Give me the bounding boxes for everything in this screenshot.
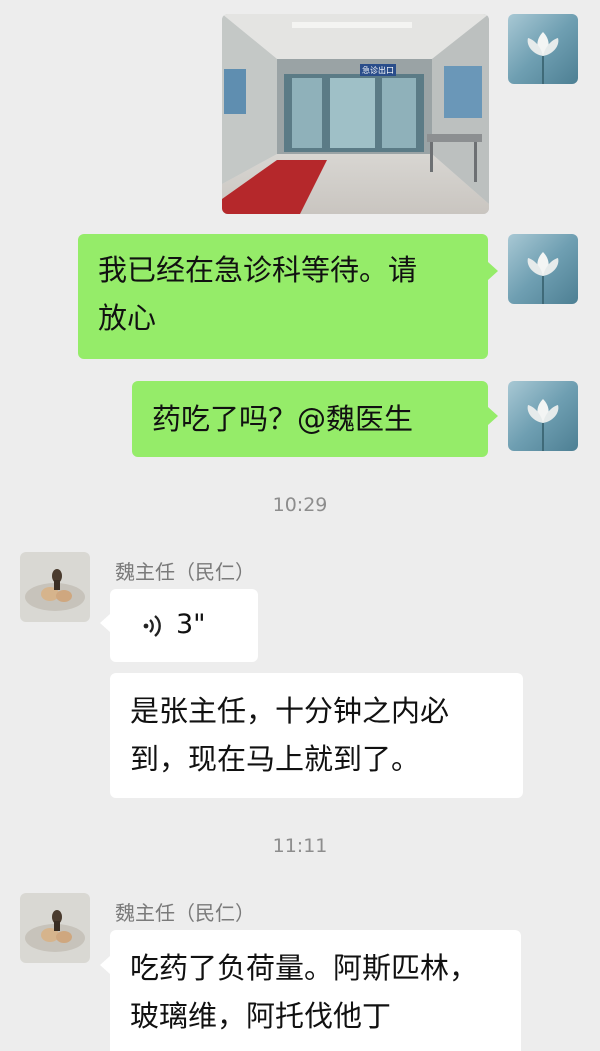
my-avatar[interactable] [508, 381, 578, 451]
sent-message-bubble[interactable]: 我已经在急诊科等待。请 放心 [78, 234, 488, 359]
contact-avatar[interactable] [20, 893, 90, 963]
sent-message-bubble[interactable]: 药吃了吗？@魏医生 [132, 381, 488, 457]
voice-duration: 3" [176, 609, 206, 640]
bubble-tail [488, 407, 498, 425]
message-text-line: 吃药了负荷量。阿斯匹林， [130, 951, 479, 985]
message-text-line: 我已经在急诊科等待。请 [98, 253, 418, 287]
my-avatar[interactable] [508, 234, 578, 304]
bubble-tail [488, 262, 498, 280]
photo-sign-text: 急诊出口 [362, 65, 394, 75]
message-text-line: 是张主任，十分钟之内必 [130, 694, 450, 728]
contact-avatar[interactable] [20, 552, 90, 622]
timestamp: 10:29 [272, 494, 328, 516]
voice-wave-icon [143, 615, 161, 637]
received-message-bubble[interactable]: 吃药了负荷量。阿斯匹林， 玻璃维，阿托伐他丁 [110, 930, 521, 1051]
my-avatar[interactable] [508, 14, 578, 84]
message-text-line: 放心 [98, 301, 157, 335]
message-text-line: 玻璃维，阿托伐他丁 [130, 999, 392, 1033]
message-text: 药吃了吗？@魏医生 [152, 402, 414, 436]
timestamp: 11:11 [272, 835, 328, 857]
bubble-tail [100, 614, 110, 632]
message-text-line: 到，现在马上就到了。 [130, 742, 421, 776]
sender-name: 魏主任（民仁） [115, 901, 255, 925]
image-message[interactable]: 急诊出口 [222, 14, 489, 214]
bubble-tail [100, 956, 110, 974]
sender-name: 魏主任（民仁） [115, 560, 255, 584]
received-message-bubble[interactable]: 是张主任，十分钟之内必 到，现在马上就到了。 [110, 673, 523, 798]
